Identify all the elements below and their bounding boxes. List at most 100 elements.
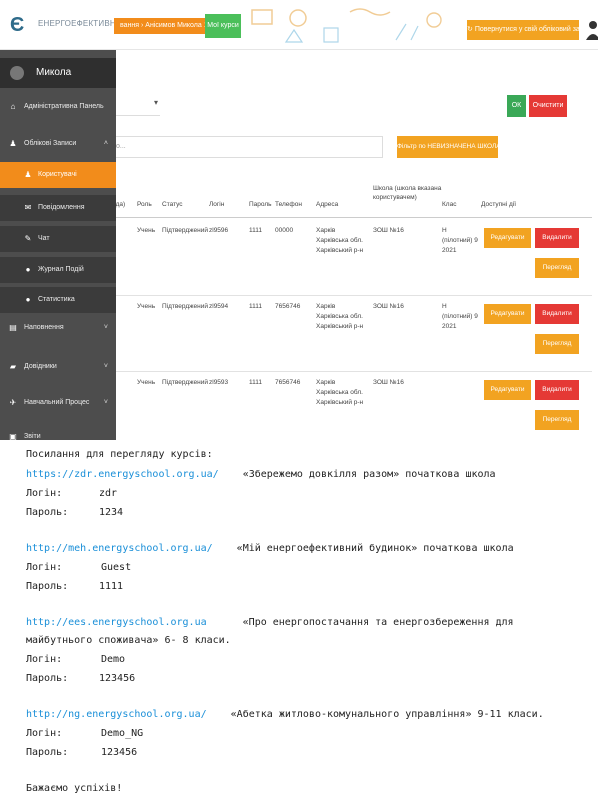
delete-button[interactable]: Видалити <box>535 304 579 324</box>
cell-status: Підтверджений <box>162 303 208 310</box>
course-link[interactable]: https://zdr.energyschool.org.ua/ <box>26 469 219 480</box>
login-value: Demo <box>101 654 126 665</box>
return-to-account-button[interactable]: ↻ Повернутися у свій обліковий запис <box>467 20 591 40</box>
login-line: Логін: Guest <box>26 561 131 575</box>
user-icon: ♟ <box>9 139 17 148</box>
course-title: «Мій енергоефективний будинок» початкова… <box>236 543 514 554</box>
course-line: http://meh.energyschool.org.ua/ «Мій ене… <box>26 542 514 556</box>
breadcrumb[interactable]: вання › Анісимов Микола 14 <box>114 18 218 34</box>
password-line: Пароль: 1111 <box>26 580 123 594</box>
column-header: Логін <box>209 201 225 208</box>
cell-phone: 7656746 <box>275 379 301 386</box>
cell-login: zl9596 <box>209 227 229 234</box>
report-icon: ▣ <box>9 432 17 440</box>
content-icon: ▤ <box>9 323 17 332</box>
password-value: 123456 <box>101 747 138 758</box>
return-to-account-label: Повернутися у свій обліковий запис <box>474 26 592 33</box>
login-line: Логін: Demo <box>26 653 125 667</box>
course-line: http://ng.energyschool.org.ua/ «Абетка ж… <box>26 708 544 722</box>
learning-icon: ✈ <box>9 398 17 407</box>
column-header: Доступні дії <box>481 201 517 208</box>
sidebar-item-accounts[interactable]: ♟ Облікові Записи ˄ <box>0 131 116 157</box>
chevron-down-icon: ˅ <box>103 363 108 370</box>
stats-icon: ● <box>25 295 31 304</box>
cell-address: Харків Харківська обл. Харківський р-н <box>316 379 364 406</box>
top-header: Є ЕНЕРГОЕФЕКТИВНІ ШКОЛИ вання › Анісимов… <box>0 0 598 50</box>
course-link[interactable]: http://ng.energyschool.org.ua/ <box>26 709 207 720</box>
book-icon: ▰ <box>9 362 17 371</box>
sidebar-item-label: Користувачі <box>38 171 77 178</box>
view-button[interactable]: Перегляд <box>535 334 579 354</box>
password-label: Пароль: <box>26 747 69 758</box>
cell-address: Харків Харківська обл. Харківський р-н <box>316 227 364 254</box>
cell-role: Учень <box>137 227 156 234</box>
search-input[interactable]: о... <box>112 136 383 158</box>
password-value: 123456 <box>99 673 136 684</box>
course-link[interactable]: http://meh.energyschool.org.ua/ <box>26 543 213 554</box>
my-courses-button[interactable]: Мої курси <box>205 14 241 38</box>
cell-school: ЗОШ №16 <box>373 227 404 234</box>
chevron-down-icon: ˅ <box>103 324 108 331</box>
cell-role: Учень <box>137 379 156 386</box>
cell-login: zl9594 <box>209 303 229 310</box>
sidebar-user[interactable]: Микола <box>0 58 116 88</box>
password-label: Пароль: <box>26 673 69 684</box>
login-label: Логін: <box>26 654 63 665</box>
column-header: Клас <box>442 201 457 208</box>
sidebar-item-label: Повідомлення <box>38 204 85 211</box>
cell-password: 1111 <box>249 303 263 310</box>
view-button[interactable]: Перегляд <box>535 410 579 430</box>
role-select[interactable]: ▾ <box>110 94 160 116</box>
logo-icon: Є <box>10 14 25 36</box>
cell-phone: 7656746 <box>275 303 301 310</box>
course-title: «Збережемо довкілля разом» початкова шко… <box>242 469 496 480</box>
sidebar-item-learning-process[interactable]: ✈ Навчальний Процес ˅ <box>0 390 116 416</box>
login-label: Логін: <box>26 488 63 499</box>
message-icon: ✉ <box>24 203 32 212</box>
course-link[interactable]: http://ees.energyschool.org.ua <box>26 617 207 628</box>
sidebar-item-content[interactable]: ▤ Наповнення ˅ <box>0 315 116 341</box>
edit-button[interactable]: Редагувати <box>484 228 531 248</box>
user-avatar-icon[interactable] <box>584 18 598 42</box>
column-header: Адреса <box>316 201 339 208</box>
course-title: «Абетка житлово-комунального управління»… <box>230 709 544 720</box>
sidebar-item-messages[interactable]: ✉ Повідомлення <box>0 195 116 221</box>
cell-password: 1111 <box>249 379 263 386</box>
sidebar-item-users[interactable]: ♟ Користувачі <box>0 162 116 188</box>
delete-button[interactable]: Видалити <box>535 228 579 248</box>
table-row: Учень Підтверджений zl9593 1111 7656746 … <box>112 372 592 440</box>
cell-phone: 00000 <box>275 227 294 234</box>
login-value: zdr <box>99 488 118 499</box>
user-name: Микола <box>36 67 72 78</box>
login-label: Логін: <box>26 728 63 739</box>
cell-school: ЗОШ №16 <box>373 379 404 386</box>
cell-password: 1111 <box>249 227 263 234</box>
cell-class: Н (пілотний) 9 2021 <box>442 303 478 330</box>
password-line: Пароль: 123456 <box>26 672 135 686</box>
cell-role: Учень <box>137 303 156 310</box>
sidebar-item-label: Чат <box>38 235 50 242</box>
chevron-down-icon: ˅ <box>103 399 108 406</box>
password-line: Пароль: 123456 <box>26 746 137 760</box>
sidebar-item-chat[interactable]: ✎ Чат <box>0 226 116 252</box>
sidebar-item-label: Навчальний Процес <box>24 399 90 406</box>
cell-status: Підтверджений <box>162 227 208 234</box>
delete-button[interactable]: Видалити <box>535 380 579 400</box>
header-decoration-icon <box>251 8 442 43</box>
sidebar-item-admin-panel[interactable]: ⌂ Адміністративна Панель <box>0 94 116 120</box>
sidebar-item-directories[interactable]: ▰ Довідники ˅ <box>0 354 116 380</box>
edit-button[interactable]: Редагувати <box>484 380 531 400</box>
intro-line: Посилання для перегляду курсів: <box>26 449 213 460</box>
edit-button[interactable]: Редагувати <box>484 304 531 324</box>
clear-button[interactable]: Очистити <box>529 95 567 117</box>
login-line: Логін: Demo_NG <box>26 727 143 741</box>
column-header: Статус <box>162 201 183 208</box>
sidebar-item-reports[interactable]: ▣ Звіти <box>0 424 116 440</box>
sidebar-item-event-log[interactable]: ● Журнал Подій <box>0 257 116 283</box>
password-label: Пароль: <box>26 581 69 592</box>
filter-undefined-school-button[interactable]: Фільтр по НЕВИЗНАЧЕНА ШКОЛА <box>397 136 501 158</box>
view-button[interactable]: Перегляд <box>535 258 579 278</box>
sidebar-item-statistics[interactable]: ● Статистика <box>0 287 116 313</box>
cell-status: Підтверджений <box>162 379 208 386</box>
ok-button[interactable]: ОК <box>507 95 526 117</box>
